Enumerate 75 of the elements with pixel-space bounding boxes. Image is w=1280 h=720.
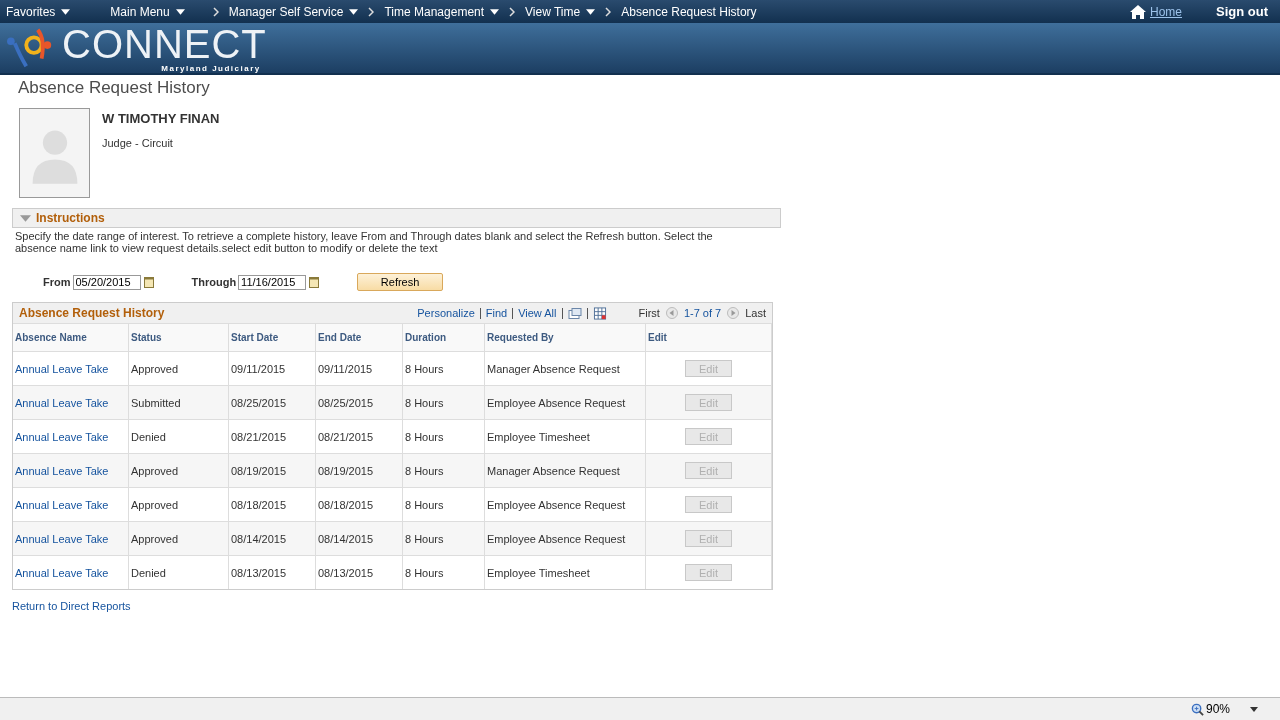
table-cell: 08/19/2015 [315, 453, 403, 488]
table-cell: 08/25/2015 [228, 385, 316, 420]
return-link[interactable]: Return to Direct Reports [12, 600, 1268, 612]
first-link[interactable]: First [638, 307, 660, 319]
spreadsheet-icon[interactable] [592, 306, 607, 320]
section-title: Instructions [36, 211, 105, 225]
caret-icon [175, 8, 185, 15]
employee-name: W TIMOTHY FINAN [102, 111, 220, 126]
caret-icon [349, 8, 359, 15]
table-cell: 8 Hours [402, 521, 485, 556]
column-header: Requested By [484, 324, 646, 352]
column-header: Duration [402, 324, 485, 352]
grid-title: Absence Request History [19, 306, 165, 320]
table-cell: Employee Absence Request [484, 521, 646, 556]
field-label: Through [191, 276, 237, 288]
new-window-icon[interactable] [567, 306, 582, 320]
table-cell: 08/14/2015 [315, 521, 403, 556]
from-date-field[interactable]: 05/20/2015 [72, 274, 141, 290]
menu-item[interactable]: Favorites [6, 4, 91, 19]
calendar-icon[interactable] [309, 276, 320, 288]
zoom-level[interactable]: 90% [1205, 702, 1230, 716]
table-cell: Approved [128, 521, 229, 556]
table-cell: Approved [128, 453, 229, 488]
column-header: Absence Name [13, 324, 129, 352]
table-cell: Employee Absence Request [484, 385, 646, 420]
grid-link[interactable]: Personalize [417, 307, 475, 319]
refresh-button[interactable]: Refresh [357, 273, 444, 291]
chevron-icon [509, 6, 516, 17]
table-cell: Denied [128, 555, 229, 589]
table-cell: 08/14/2015 [228, 521, 316, 556]
menu-item[interactable]: Manager Self Service [228, 4, 359, 19]
zoom-icon[interactable] [1190, 702, 1204, 716]
page-title: Absence Request History [18, 78, 211, 98]
home-link[interactable]: Home [1150, 4, 1182, 19]
breadcrumb-current: Absence Request History [621, 4, 757, 19]
column-header: Start Date [228, 324, 316, 352]
column-header: Status [128, 324, 229, 352]
table-cell: Manager Absence Request [484, 453, 646, 488]
instructions-header[interactable]: Instructions [12, 208, 781, 228]
grid-link[interactable]: Find [485, 307, 508, 319]
chevron-icon [605, 6, 612, 17]
menu-item[interactable]: View Time [525, 4, 596, 19]
menu-item[interactable]: Time Management [384, 4, 500, 19]
menu-item[interactable]: Main Menu [90, 4, 185, 19]
table-cell: 08/13/2015 [315, 555, 403, 589]
table-cell: 8 Hours [402, 385, 485, 420]
sign-out-link[interactable]: Sign out [1216, 4, 1268, 19]
caret-icon [61, 8, 71, 15]
table-cell: 08/19/2015 [228, 453, 316, 488]
instructions-text: Specify the date range of interest. To retrieve a complete history, leave From and Through dates blank and select the Refresh button. Select the absence name link to view request details.select edit button to modify or delete the text [15, 230, 714, 254]
table-cell: Employee Timesheet [484, 555, 646, 589]
through-date-field[interactable]: 11/16/2015 [238, 274, 307, 290]
last-link[interactable]: Last [745, 307, 766, 319]
chevron-icon [368, 6, 375, 17]
next-icon[interactable] [727, 307, 740, 319]
table-cell: 08/13/2015 [228, 555, 316, 589]
employee-role: Judge - Circuit [102, 137, 174, 149]
logo-subtitle: Maryland Judiciary [161, 63, 261, 73]
table-cell: 08/25/2015 [315, 385, 403, 420]
logo-wordmark: CONNECT [62, 23, 267, 64]
chevron-icon [212, 6, 219, 17]
calendar-icon[interactable] [143, 276, 154, 288]
column-header: Edit [645, 324, 772, 352]
field-label: From [43, 276, 71, 288]
caret-icon [490, 8, 500, 15]
dropdown-arrow-icon[interactable] [1250, 706, 1258, 712]
previous-icon[interactable] [665, 307, 678, 319]
home-icon [1130, 4, 1146, 19]
table-cell: Submitted [128, 385, 229, 420]
table-cell: 8 Hours [402, 555, 485, 589]
table-cell: 8 Hours [402, 453, 485, 488]
page-range: 1-7 of 7 [683, 307, 722, 319]
column-header: End Date [315, 324, 403, 352]
caret-icon [586, 8, 596, 15]
grid-link[interactable]: View All [518, 307, 557, 319]
